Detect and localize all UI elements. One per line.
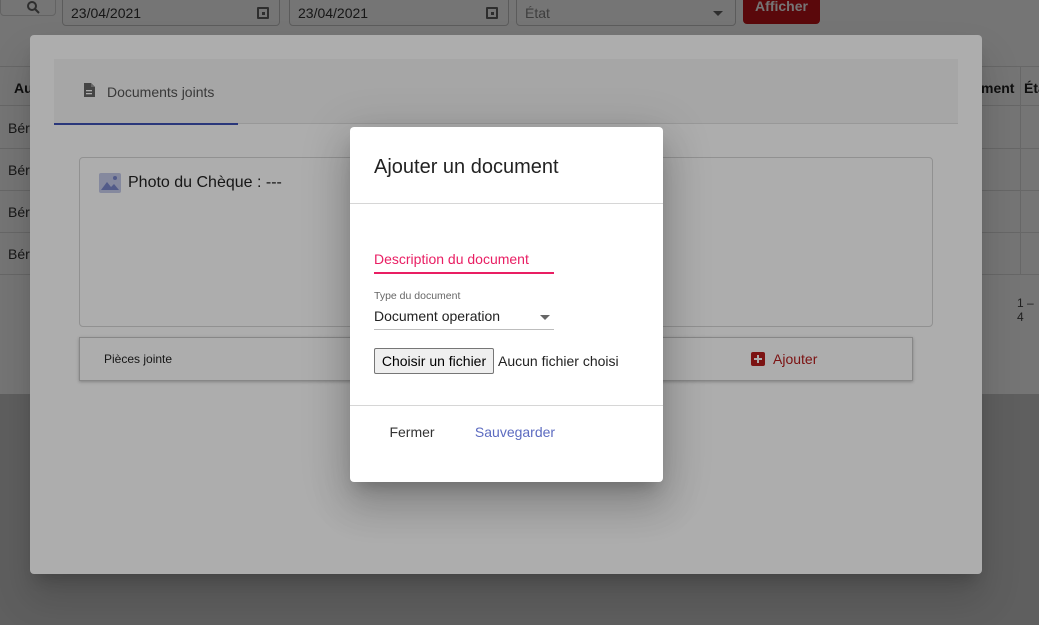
input-underline [374, 272, 554, 274]
divider [350, 203, 663, 204]
document-description-input[interactable]: Description du document [374, 251, 554, 267]
file-status-text: Aucun fichier choisi [498, 353, 619, 369]
document-type-value: Document operation [374, 308, 501, 324]
add-document-dialog: Ajouter un document Description du docum… [350, 127, 663, 482]
chevron-down-icon [540, 315, 550, 320]
divider [350, 405, 663, 406]
dialog-title: Ajouter un document [374, 156, 559, 178]
close-button[interactable]: Fermer [374, 417, 450, 447]
document-type-select[interactable]: Document operation [374, 308, 554, 330]
save-button[interactable]: Sauvegarder [462, 417, 568, 447]
choose-file-button[interactable]: Choisir un fichier [374, 348, 494, 374]
document-type-caption: Type du document [374, 290, 461, 302]
